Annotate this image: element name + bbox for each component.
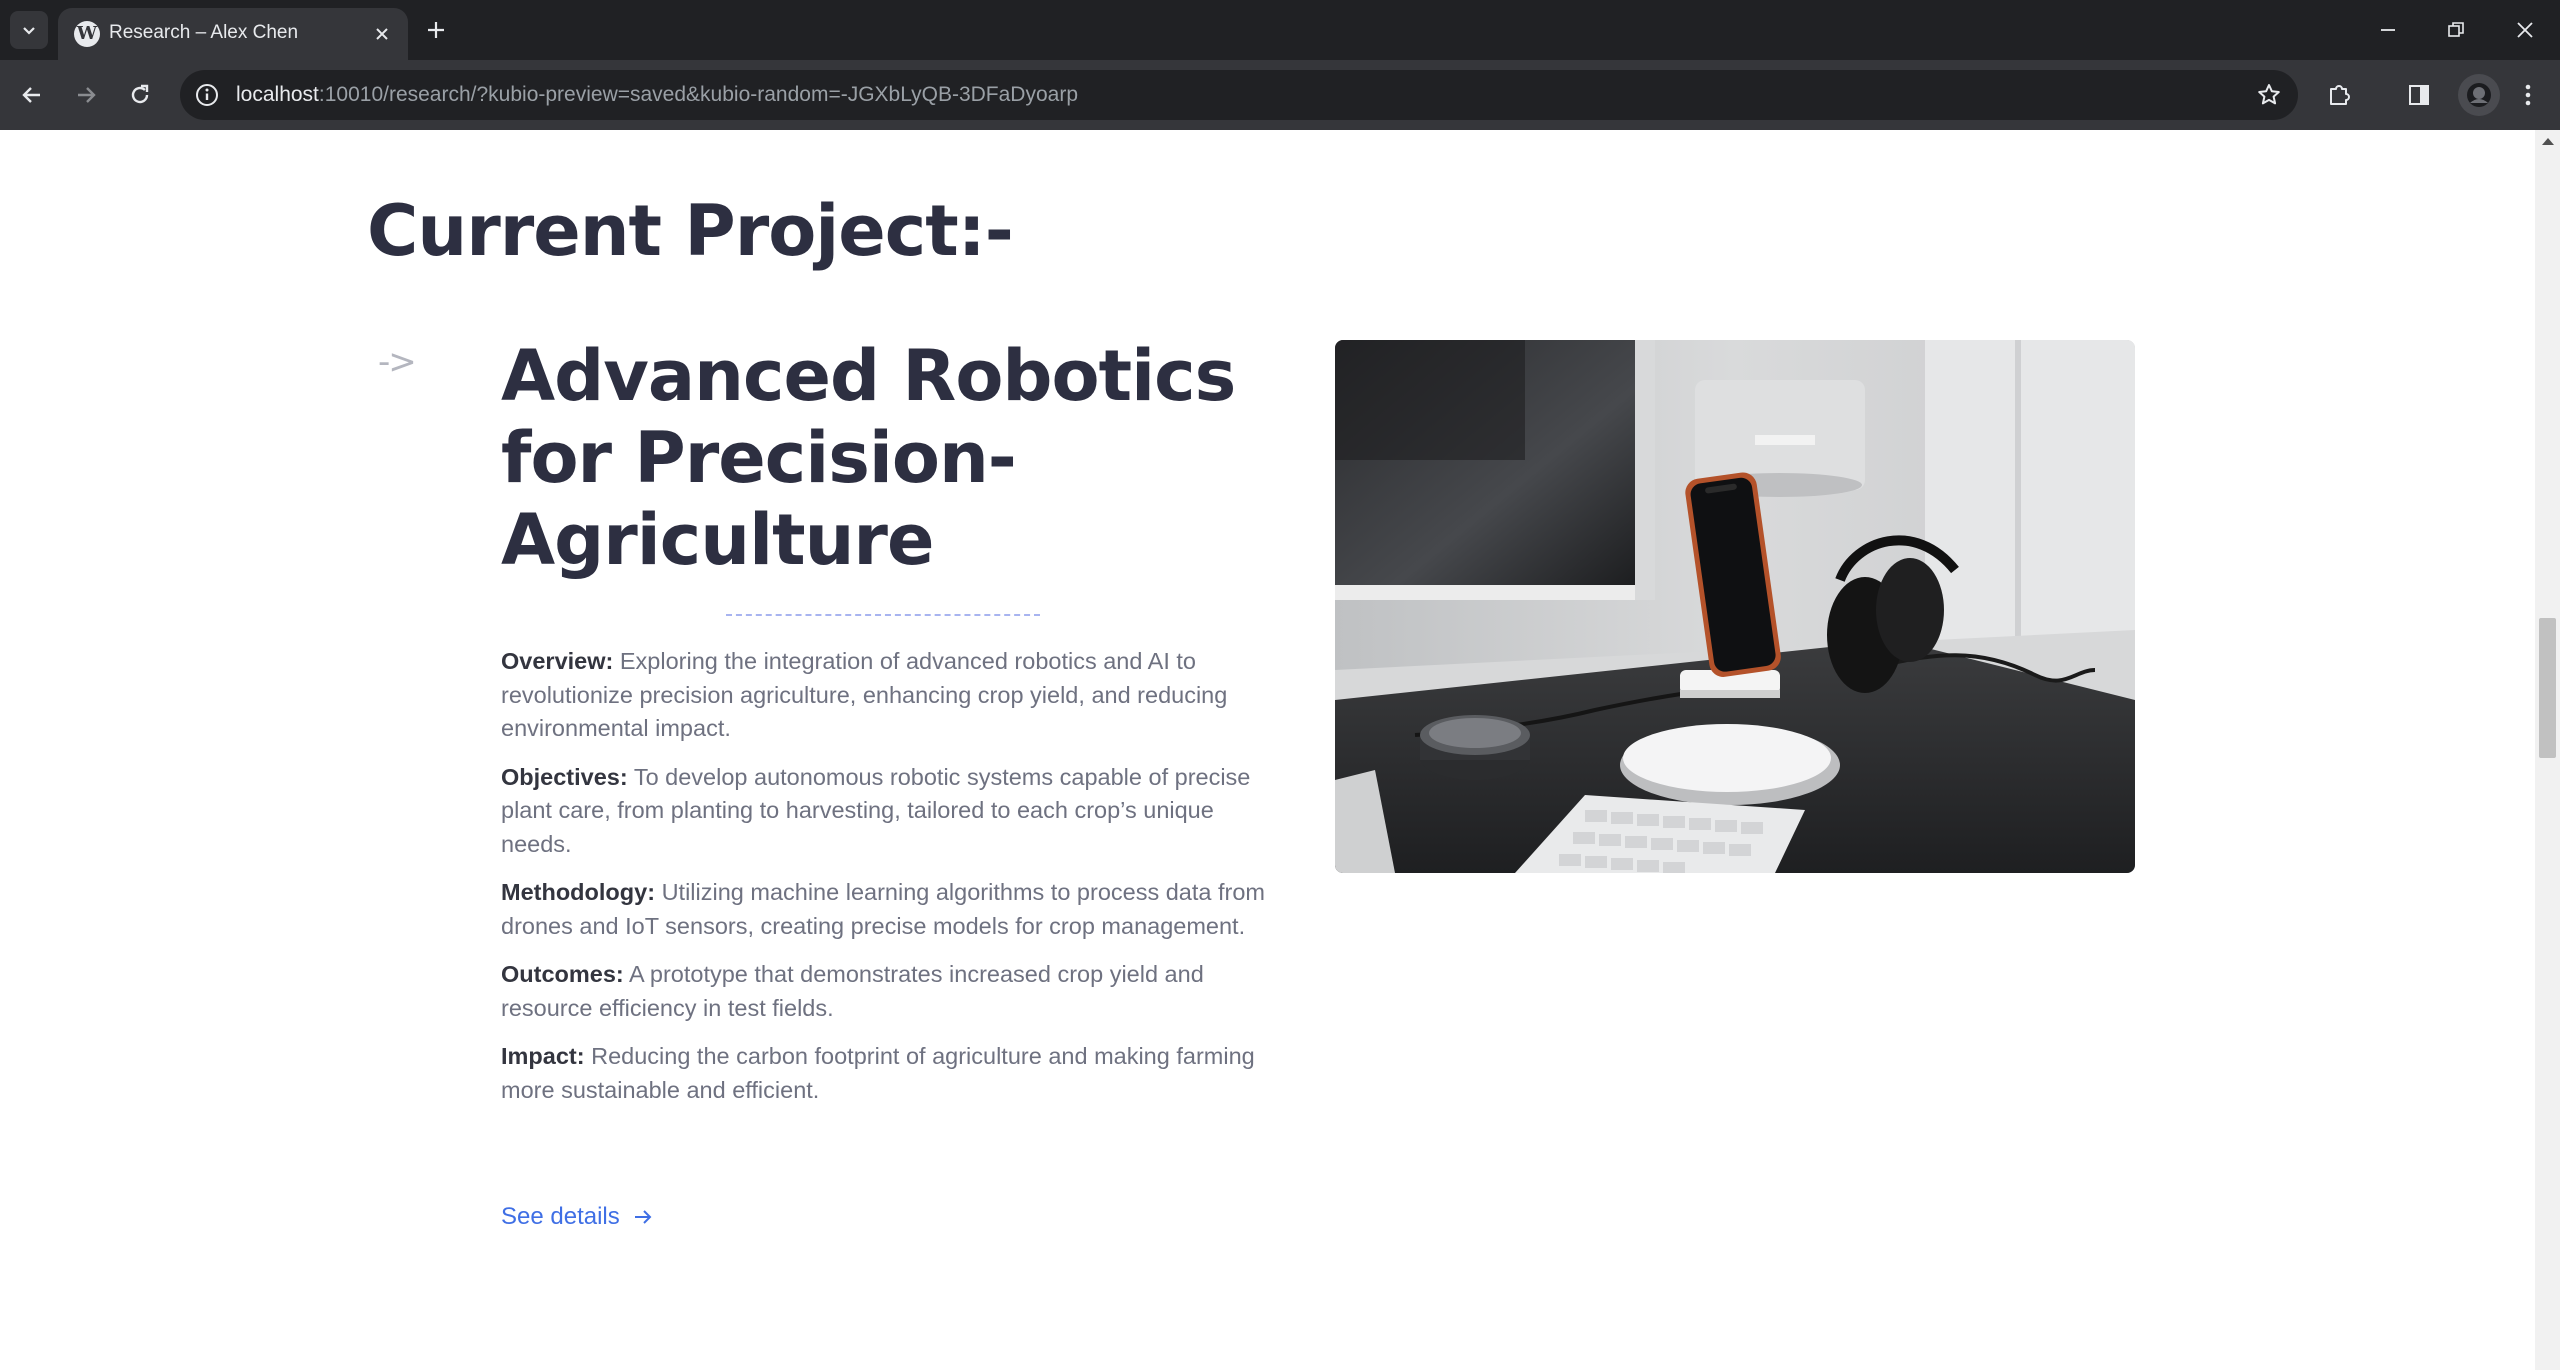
see-details-link[interactable]: See details [501, 1203, 654, 1231]
outcomes-paragraph: Outcomes: A prototype that demonstrates … [501, 961, 1204, 1021]
impact-paragraph: Impact: Reducing the carbon footprint of… [501, 1043, 1255, 1103]
restore-icon [2448, 22, 2464, 37]
extensions-button[interactable] [2321, 77, 2357, 113]
star-icon[interactable] [2256, 82, 2282, 108]
extensions-icon [2330, 85, 2350, 105]
browser-tab[interactable]: W Research – Alex Chen [58, 8, 408, 60]
methodology-paragraph: Methodology: Utilizing machine learning … [501, 879, 1266, 939]
avatar-icon [2467, 83, 2491, 107]
url-text: localhost:10010/research/?kubio-preview=… [236, 83, 1078, 106]
reload-icon [131, 84, 149, 104]
minimize-icon [2381, 29, 2395, 31]
arrow-decoration: -> [378, 342, 417, 382]
close-window-icon [2517, 22, 2533, 38]
chevron-down-icon [23, 27, 35, 35]
kebab-menu-icon [2525, 84, 2531, 106]
browser-toolbar: localhost:10010/research/?kubio-preview=… [0, 60, 2560, 130]
scrollbar-thumb[interactable] [2539, 618, 2556, 758]
wordpress-icon: W [74, 21, 100, 47]
scroll-up-arrow[interactable] [2542, 138, 2554, 145]
tab-title: Research – Alex Chen [109, 22, 299, 43]
minimize-button[interactable] [2353, 0, 2423, 60]
reload-button[interactable] [122, 77, 158, 113]
close-window-button[interactable] [2490, 0, 2560, 60]
title-divider [726, 614, 1040, 616]
close-icon[interactable] [370, 22, 394, 46]
overview-paragraph: Overview: Exploring the integration of a… [501, 648, 1228, 741]
page-viewport: Current Project:- -> Advanced Robotics f… [0, 130, 2535, 1370]
side-panel-button[interactable] [2401, 77, 2437, 113]
back-icon [22, 87, 40, 103]
forward-button[interactable] [68, 77, 104, 113]
forward-icon [78, 87, 96, 103]
arrow-right-icon [634, 1210, 652, 1224]
restore-button[interactable] [2421, 0, 2491, 60]
address-bar[interactable]: localhost:10010/research/?kubio-preview=… [180, 70, 2298, 120]
section-title: Current Project:- [367, 190, 1014, 272]
side-panel-icon [2409, 85, 2429, 105]
objectives-paragraph: Objectives: To develop autonomous roboti… [501, 763, 1251, 857]
see-details-label: See details [501, 1203, 620, 1230]
info-icon[interactable] [194, 82, 220, 108]
back-button[interactable] [14, 77, 50, 113]
menu-button[interactable] [2510, 77, 2546, 113]
profile-avatar[interactable] [2458, 74, 2500, 116]
tab-search-button[interactable] [10, 11, 48, 49]
project-description: Overview: Exploring the integration of a… [501, 645, 1271, 1122]
tab-strip: W Research – Alex Chen [0, 0, 2560, 60]
new-tab-button[interactable] [418, 12, 454, 48]
plus-icon [428, 22, 444, 38]
vertical-scrollbar[interactable] [2535, 130, 2560, 1370]
desk-workspace-photo [1335, 340, 2135, 873]
project-title: Advanced Robotics for Precision-Agricult… [501, 335, 1236, 581]
